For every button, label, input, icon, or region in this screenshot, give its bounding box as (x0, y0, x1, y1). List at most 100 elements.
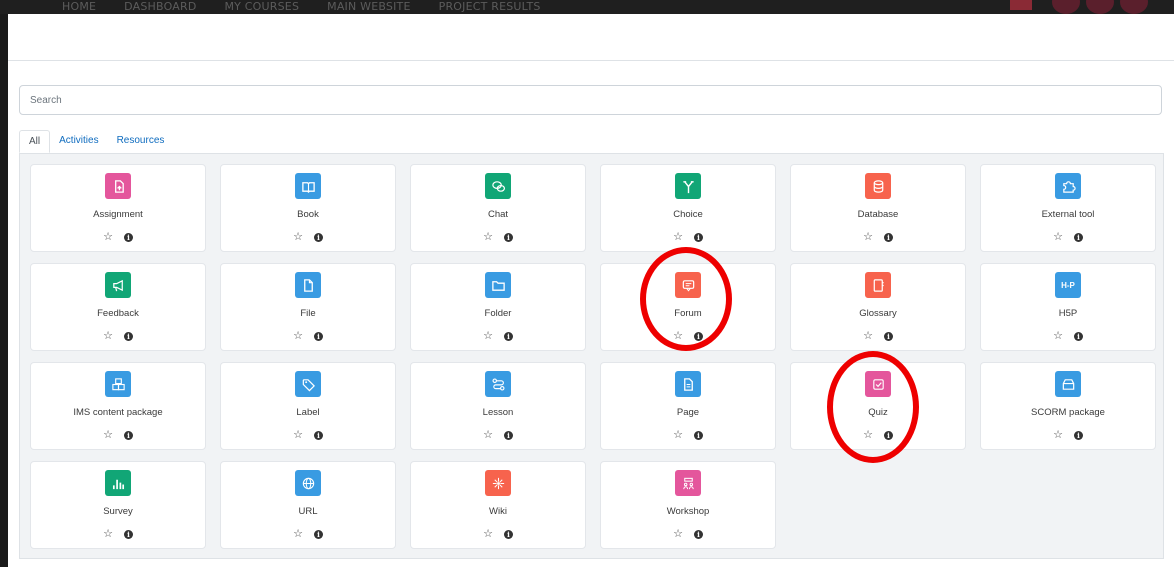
module-card-glossary[interactable]: Glossary ☆ i (790, 263, 966, 351)
chooser-tabs: All Activities Resources (19, 130, 173, 153)
module-name: URL (298, 506, 318, 517)
star-icon[interactable]: ☆ (103, 528, 113, 540)
folder-icon (485, 272, 511, 298)
module-card-survey[interactable]: Survey ☆ i (30, 461, 206, 549)
info-icon[interactable]: i (693, 529, 703, 539)
star-icon[interactable]: ☆ (673, 528, 683, 540)
module-card-database[interactable]: Database ☆ i (790, 164, 966, 252)
notification-icon (1052, 0, 1080, 14)
info-icon[interactable]: i (1073, 430, 1083, 440)
module-card-assignment[interactable]: Assignment ☆ i (30, 164, 206, 252)
info-icon[interactable]: i (503, 430, 513, 440)
module-card-scorm-package[interactable]: SCORM package ☆ i (980, 362, 1156, 450)
module-card-file[interactable]: File ☆ i (220, 263, 396, 351)
module-name: IMS content package (73, 407, 163, 418)
message-icon (1086, 0, 1114, 14)
info-icon[interactable]: i (503, 529, 513, 539)
star-icon[interactable]: ☆ (483, 330, 493, 342)
search-input[interactable] (19, 85, 1162, 115)
module-card-lesson[interactable]: Lesson ☆ i (410, 362, 586, 450)
star-icon[interactable]: ☆ (673, 330, 683, 342)
star-icon[interactable]: ☆ (103, 231, 113, 243)
module-card-book[interactable]: Book ☆ i (220, 164, 396, 252)
module-name: Feedback (97, 308, 139, 319)
module-actions: ☆ i (601, 528, 775, 540)
star-icon[interactable]: ☆ (1053, 231, 1063, 243)
module-name: SCORM package (1031, 407, 1105, 418)
info-icon[interactable]: i (123, 529, 133, 539)
tab-all[interactable]: All (19, 130, 51, 153)
info-icon[interactable]: i (693, 331, 703, 341)
info-icon[interactable]: i (123, 232, 133, 242)
info-icon[interactable]: i (883, 331, 893, 341)
module-card-feedback[interactable]: Feedback ☆ i (30, 263, 206, 351)
modules-panel: Assignment ☆ i Book ☆ i Chat ☆ i Choice ☆ i Database… (19, 153, 1164, 559)
info-icon[interactable]: i (123, 430, 133, 440)
module-name: Chat (487, 209, 509, 220)
module-card-chat[interactable]: Chat ☆ i (410, 164, 586, 252)
module-card-ims-content-package[interactable]: IMS content package ☆ i (30, 362, 206, 450)
info-icon[interactable]: i (883, 232, 893, 242)
module-card-folder[interactable]: Folder ☆ i (410, 263, 586, 351)
info-icon[interactable]: i (503, 232, 513, 242)
info-icon[interactable]: i (123, 331, 133, 341)
module-actions: ☆ i (411, 429, 585, 441)
info-icon[interactable]: i (313, 529, 323, 539)
star-icon[interactable]: ☆ (293, 429, 303, 441)
wiki-icon (485, 470, 511, 496)
background-nav-items: HOME DASHBOARD MY COURSES MAIN WEBSITE P… (62, 1, 541, 13)
tab-activities[interactable]: Activities (50, 130, 107, 153)
module-name: Assignment (93, 209, 143, 220)
module-card-wiki[interactable]: Wiki ☆ i (410, 461, 586, 549)
module-card-workshop[interactable]: Workshop ☆ i (600, 461, 776, 549)
module-card-forum[interactable]: Forum ☆ i (600, 263, 776, 351)
star-icon[interactable]: ☆ (103, 330, 113, 342)
module-actions: ☆ i (411, 330, 585, 342)
star-icon[interactable]: ☆ (1053, 330, 1063, 342)
module-card-external-tool[interactable]: External tool ☆ i (980, 164, 1156, 252)
info-icon[interactable]: i (1073, 331, 1083, 341)
star-icon[interactable]: ☆ (863, 330, 873, 342)
star-icon[interactable]: ☆ (673, 231, 683, 243)
site-logo (8, 0, 30, 12)
star-icon[interactable]: ☆ (863, 231, 873, 243)
star-icon[interactable]: ☆ (863, 429, 873, 441)
page-backdrop (0, 14, 8, 567)
module-card-quiz[interactable]: Quiz ☆ i (790, 362, 966, 450)
star-icon[interactable]: ☆ (673, 429, 683, 441)
module-actions: ☆ i (31, 528, 205, 540)
star-icon[interactable]: ☆ (293, 231, 303, 243)
module-name: External tool (1041, 209, 1095, 220)
module-card-label[interactable]: Label ☆ i (220, 362, 396, 450)
module-card-h5p[interactable]: H-P H5P ☆ i (980, 263, 1156, 351)
module-name: H5P (1058, 308, 1078, 319)
info-icon[interactable]: i (313, 232, 323, 242)
star-icon[interactable]: ☆ (293, 528, 303, 540)
scorm-icon (1055, 371, 1081, 397)
module-card-url[interactable]: URL ☆ i (220, 461, 396, 549)
star-icon[interactable]: ☆ (1053, 429, 1063, 441)
module-grid: Assignment ☆ i Book ☆ i Chat ☆ i Choice ☆ i Database… (30, 164, 1156, 549)
info-icon[interactable]: i (693, 430, 703, 440)
info-icon[interactable]: i (503, 331, 513, 341)
star-icon[interactable]: ☆ (293, 330, 303, 342)
star-icon[interactable]: ☆ (483, 429, 493, 441)
info-icon[interactable]: i (1073, 232, 1083, 242)
star-icon[interactable]: ☆ (103, 429, 113, 441)
module-name: Wiki (489, 506, 507, 517)
module-card-choice[interactable]: Choice ☆ i (600, 164, 776, 252)
module-actions: ☆ i (221, 330, 395, 342)
star-icon[interactable]: ☆ (483, 231, 493, 243)
info-icon[interactable]: i (313, 331, 323, 341)
module-card-page[interactable]: Page ☆ i (600, 362, 776, 450)
star-icon[interactable]: ☆ (483, 528, 493, 540)
module-actions: ☆ i (31, 429, 205, 441)
info-icon[interactable]: i (693, 232, 703, 242)
tab-resources[interactable]: Resources (108, 130, 174, 153)
info-icon[interactable]: i (313, 430, 323, 440)
module-actions: ☆ i (791, 231, 965, 243)
megaphone-icon (105, 272, 131, 298)
module-actions: ☆ i (221, 231, 395, 243)
module-name: Survey (103, 506, 133, 517)
info-icon[interactable]: i (883, 430, 893, 440)
